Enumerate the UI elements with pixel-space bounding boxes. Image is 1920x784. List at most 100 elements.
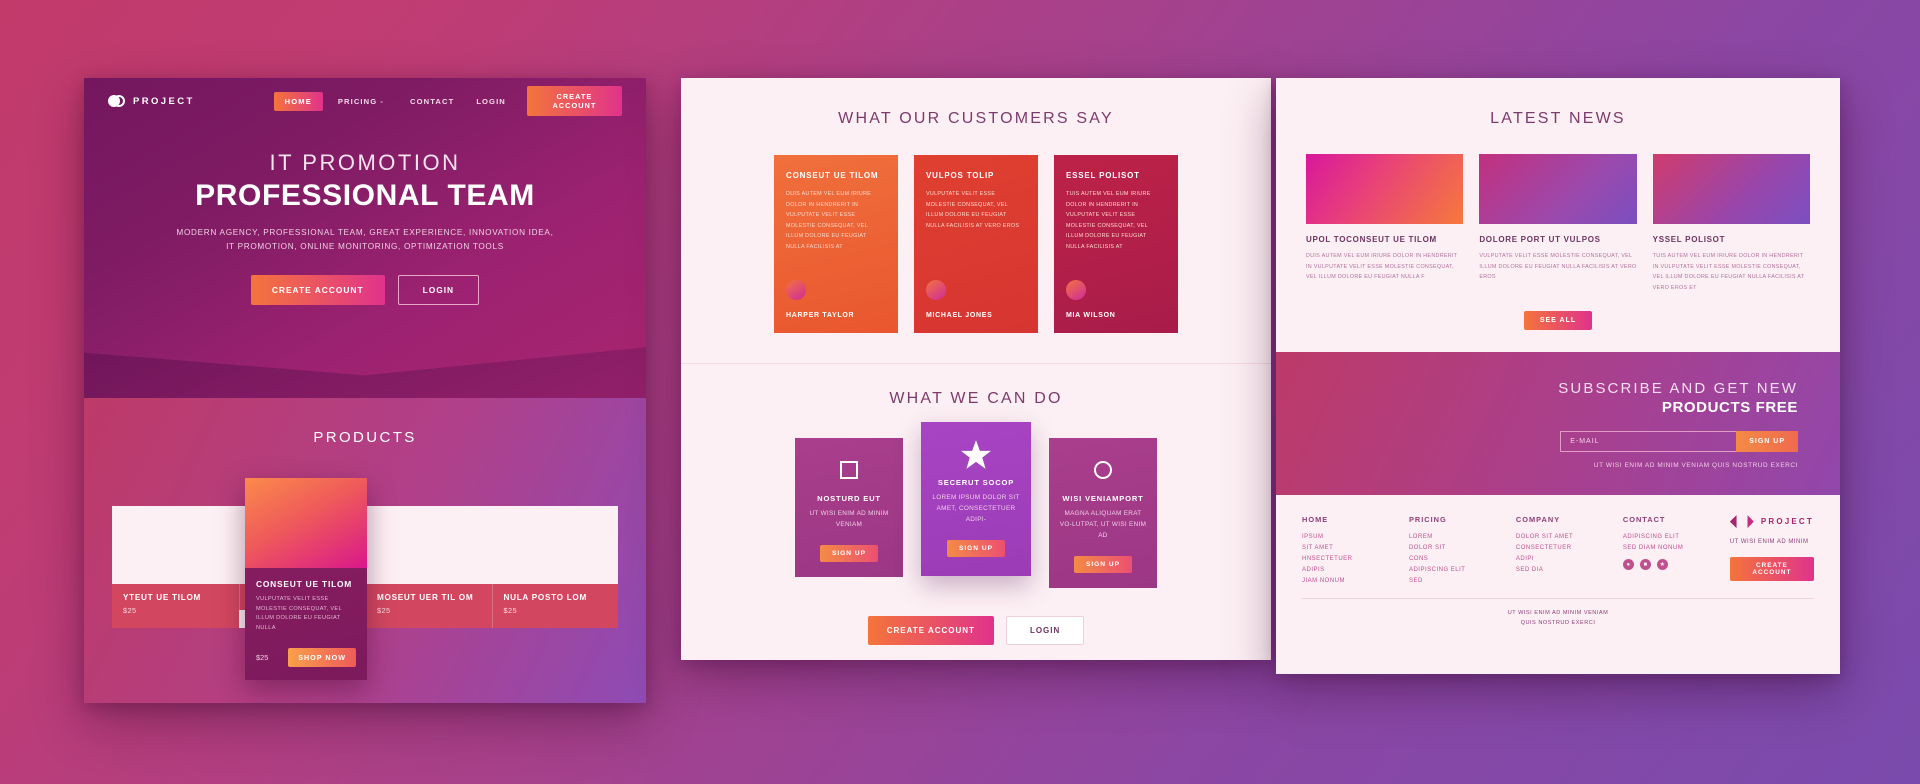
- service-sign-up-button[interactable]: SIGN UP: [1073, 555, 1133, 573]
- footer-link[interactable]: SIT AMET: [1302, 545, 1409, 551]
- footer-brand-note: UT WISI ENIM AD MINIM: [1729, 539, 1809, 546]
- nav-item-home[interactable]: HOME: [273, 91, 323, 111]
- product-card[interactable]: YTEUT UE TILOM $25: [112, 506, 239, 628]
- hero-description: MODERN AGENCY, PROFESSIONAL TEAM, GREAT …: [84, 226, 646, 255]
- star-icon: [961, 439, 991, 469]
- footer-link[interactable]: ADIPIS: [1302, 567, 1409, 573]
- footer-link[interactable]: DOLOR SIT: [1409, 545, 1516, 551]
- product-name: NULA POSTO LOM: [503, 593, 587, 602]
- service-sign-up-button[interactable]: SIGN UP: [946, 539, 1006, 557]
- news-title: DOLORE PORT UT VULPOS: [1479, 235, 1601, 244]
- mid-panel-cta: CREATE ACCOUNT LOGIN: [681, 615, 1271, 660]
- footer-link[interactable]: ADIPI: [1516, 556, 1623, 562]
- product-thumb: [365, 506, 492, 584]
- news-card[interactable]: UPOL TOCONSEUT UE TILOM DUIS AUTEM VEL E…: [1306, 154, 1464, 293]
- subscribe-line-2: PRODUCTS FREE: [1661, 399, 1798, 417]
- testimonial-title: VULPOS TOLIP: [926, 171, 995, 180]
- hero-content: IT PROMOTION PROFESSIONAL TEAM MODERN AG…: [84, 124, 646, 305]
- footer-column-head: PRICING: [1408, 515, 1447, 525]
- services-row: NOSTURD EUT UT WISI ENIM AD MINIM VENIAM…: [681, 422, 1271, 588]
- product-info: YTEUT UE TILOM $25: [112, 584, 239, 628]
- featured-product-card[interactable]: CONSEUT UE TILOM VULPUTATE VELIT ESSE MO…: [245, 478, 367, 680]
- footer: HOME IPSUM SIT AMET HNSECTETUER ADIPIS J…: [1276, 495, 1840, 641]
- avatar: [786, 280, 806, 300]
- create-account-button[interactable]: CREATE ACCOUNT: [867, 615, 994, 645]
- top-navigation: PROJECT HOME PRICING - CONTACT LOGIN CRE…: [84, 78, 646, 124]
- login-button[interactable]: LOGIN: [1005, 615, 1085, 645]
- hero-section: PROJECT HOME PRICING - CONTACT LOGIN CRE…: [84, 78, 646, 398]
- footer-link[interactable]: JIAM NONUM: [1302, 578, 1409, 584]
- product-info: NULA POSTO LOM $25: [491, 584, 618, 628]
- footer-link[interactable]: LOREM: [1409, 534, 1516, 540]
- nav-login-link[interactable]: LOGIN: [465, 92, 517, 111]
- testimonials-heading: WHAT OUR CUSTOMERS SAY: [838, 110, 1114, 127]
- footer-bottom-line-2: QUIS NOSTRUD EXERCI: [1520, 620, 1596, 627]
- email-field[interactable]: [1560, 431, 1737, 453]
- testimonial-title: CONSEUT UE TILOM: [786, 171, 879, 180]
- hero-login-button[interactable]: LOGIN: [397, 274, 480, 305]
- footer-column-home: HOME IPSUM SIT AMET HNSECTETUER ADIPIS J…: [1302, 515, 1409, 584]
- footer-link[interactable]: SED DIAM NONUM: [1623, 545, 1730, 551]
- service-card-nosturd-eut[interactable]: NOSTURD EUT UT WISI ENIM AD MINIM VENIAM…: [795, 438, 903, 577]
- star-icon[interactable]: ★: [1656, 559, 1668, 571]
- circle-icon[interactable]: ●: [1622, 559, 1634, 571]
- subscribe-line-1: SUBSCRIBE AND GET NEW: [1558, 380, 1798, 398]
- footer-divider: [1302, 598, 1814, 600]
- nav-create-account-button[interactable]: CREATE ACCOUNT: [526, 86, 622, 116]
- service-text: MAGNA ALIQUAM ERAT VO-LUTPAT, UT WISI EN…: [1059, 510, 1147, 539]
- footer-create-account-button[interactable]: CREATE ACCOUNT: [1729, 557, 1814, 582]
- see-all-button[interactable]: SEE ALL: [1523, 311, 1593, 331]
- left-panel: PROJECT HOME PRICING - CONTACT LOGIN CRE…: [84, 78, 646, 703]
- footer-link[interactable]: CONSECTETUER: [1516, 545, 1623, 551]
- testimonial-author: HARPER TAYLOR: [786, 312, 855, 319]
- subscribe-section: SUBSCRIBE AND GET NEW PRODUCTS FREE SIGN…: [1276, 352, 1840, 641]
- footer-cta-wrapper: CREATE ACCOUNT: [1729, 557, 1814, 582]
- hero-description-line-1: MODERN AGENCY, PROFESSIONAL TEAM, GREAT …: [176, 228, 554, 237]
- news-title: UPOL TOCONSEUT UE TILOM: [1306, 235, 1437, 244]
- right-panel: LATEST NEWS UPOL TOCONSEUT UE TILOM DUIS…: [1276, 78, 1840, 674]
- footer-link[interactable]: ADIPISCING ELIT: [1409, 567, 1516, 573]
- service-card-secerut-socop[interactable]: SECERUT SOCOP LOREM IPSUM DOLOR SIT AMET…: [921, 422, 1031, 576]
- footer-columns: HOME IPSUM SIT AMET HNSECTETUER ADIPIS J…: [1302, 515, 1814, 584]
- footer-link[interactable]: HNSECTETUER: [1302, 556, 1409, 562]
- product-price: $25: [503, 606, 518, 615]
- news-thumbnail: [1479, 154, 1637, 224]
- footer-link[interactable]: DOLOR SIT AMET: [1516, 534, 1623, 540]
- footer-brand-name: PROJECT: [1760, 517, 1814, 527]
- footer-link[interactable]: CONS: [1409, 556, 1516, 562]
- footer-link[interactable]: ADIPISCING ELIT: [1623, 534, 1730, 540]
- nav-item-pricing[interactable]: PRICING -: [327, 92, 395, 111]
- news-thumbnail: [1652, 154, 1810, 224]
- subscribe-sign-up-button[interactable]: SIGN UP: [1736, 431, 1798, 453]
- nav-actions: LOGIN CREATE ACCOUNT: [465, 86, 622, 116]
- product-card[interactable]: NULA POSTO LOM $25: [491, 506, 618, 628]
- footer-brand[interactable]: PROJECT: [1729, 515, 1814, 529]
- news-title: YSSEL POLISOT: [1652, 235, 1726, 244]
- footer-column-head: COMPANY: [1515, 515, 1561, 525]
- footer-link-list: LOREM DOLOR SIT CONS ADIPISCING ELIT SED: [1409, 534, 1516, 584]
- footer-bottom-text: UT WISI ENIM AD MINIM VENIAM QUIS NOSTRU…: [1302, 608, 1814, 628]
- footer-link-list: IPSUM SIT AMET HNSECTETUER ADIPIS JIAM N…: [1302, 534, 1409, 584]
- footer-link[interactable]: SED DIA: [1516, 567, 1623, 573]
- product-name: YTEUT UE TILOM: [123, 593, 202, 602]
- footer-link[interactable]: SED: [1409, 578, 1516, 584]
- product-thumb: [112, 506, 239, 584]
- see-all-wrapper: SEE ALL: [1306, 309, 1810, 331]
- shop-now-button[interactable]: SHOP NOW: [288, 648, 356, 667]
- featured-product-price: $25: [256, 653, 269, 662]
- brand-logo[interactable]: PROJECT: [108, 95, 195, 107]
- hero-create-account-button[interactable]: CREATE ACCOUNT: [250, 274, 385, 305]
- social-links: ● ■ ★: [1622, 559, 1730, 571]
- footer-link-list: ADIPISCING ELIT SED DIAM NONUM: [1623, 534, 1730, 551]
- footer-link[interactable]: IPSUM: [1302, 534, 1409, 540]
- service-card-wisi-veniamport[interactable]: WISI VENIAMPORT MAGNA ALIQUAM ERAT VO-LU…: [1049, 438, 1157, 588]
- news-text: DUIS AUTEM VEL EUM IRIURE DOLOR IN HENDR…: [1306, 253, 1458, 281]
- service-sign-up-button[interactable]: SIGN UP: [819, 544, 879, 562]
- news-card[interactable]: YSSEL POLISOT TUIS AUTEM VEL EUM IRIURE …: [1652, 154, 1810, 293]
- news-row: UPOL TOCONSEUT UE TILOM DUIS AUTEM VEL E…: [1306, 154, 1810, 293]
- news-card[interactable]: DOLORE PORT UT VULPOS VULPUTATE VELIT ES…: [1479, 154, 1637, 293]
- product-card[interactable]: MOSEUT UER TIL OM $25: [365, 506, 492, 628]
- nav-item-contact[interactable]: CONTACT: [399, 92, 465, 111]
- footer-bottom-line-1: UT WISI ENIM AD MINIM VENIAM: [1507, 610, 1609, 617]
- square-icon[interactable]: ■: [1639, 559, 1651, 571]
